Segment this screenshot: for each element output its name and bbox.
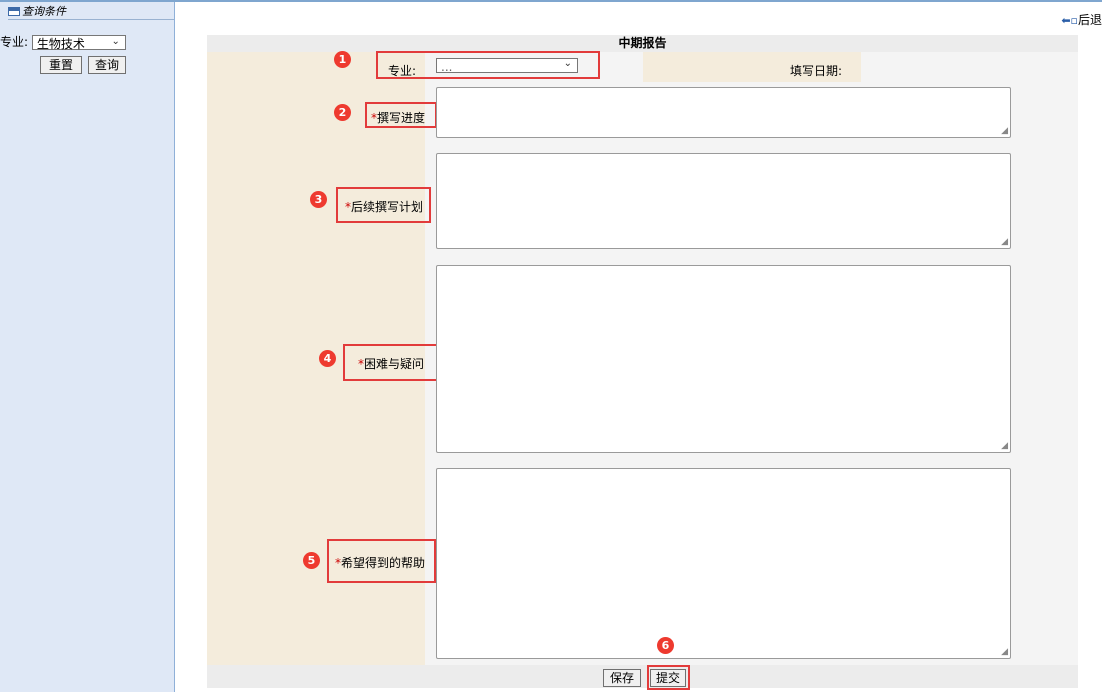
resize-grip-icon: ◢ (1001, 237, 1008, 247)
query-button[interactable]: 查询 (88, 56, 126, 74)
resize-grip-icon: ◢ (1001, 441, 1008, 451)
major-filter-select[interactable]: 生物技术 ⌄ (31, 35, 126, 51)
sidebar-header: 查询条件 (8, 5, 174, 20)
plan-textarea[interactable]: ◢ (436, 153, 1011, 249)
major-filter-value: 生物技术 (36, 37, 85, 51)
query-sidebar: 查询条件 专业: 生物技术 ⌄ 重置 查询 (0, 2, 175, 692)
resize-grip-icon: ◢ (1001, 647, 1008, 657)
progress-textarea[interactable]: ◢ (436, 87, 1011, 138)
back-label: 后退 (1077, 13, 1102, 27)
major-filter-row: 专业: 生物技术 ⌄ (0, 35, 126, 51)
annotation-badge-1: 1 (334, 51, 351, 68)
arrow-left-icon: ⬅▫ (1061, 14, 1078, 27)
save-button[interactable]: 保存 (603, 669, 641, 687)
back-link[interactable]: ⬅▫后退 (1061, 11, 1102, 28)
difficulty-textarea[interactable]: ◢ (436, 265, 1011, 453)
date-input-cell (861, 52, 1078, 82)
annotation-badge-6: 6 (657, 637, 674, 654)
annotation-badge-4: 4 (319, 350, 336, 367)
reset-button[interactable]: 重置 (40, 56, 82, 74)
annotation-badge-5: 5 (303, 552, 320, 569)
date-label: 填写日期: (790, 64, 843, 78)
annotation-box-submit (647, 665, 690, 690)
form-footer (207, 665, 1078, 688)
annotation-badge-3: 3 (310, 191, 327, 208)
plan-label: *后续撰写计划 (345, 200, 424, 214)
annotation-badge-2: 2 (334, 104, 351, 121)
resize-grip-icon: ◢ (1001, 126, 1008, 136)
major-filter-label: 专业: (0, 35, 29, 49)
annotation-box-major (376, 51, 600, 79)
midterm-report-form: 中期报告 专业: ... ⌄ 1 填写日期: 2 *撰写进度 ◢ 3 *后续撰写… (207, 35, 1078, 690)
form-title: 中期报告 (207, 35, 1078, 52)
difficulty-label: *困难与疑问 (358, 357, 425, 371)
help-textarea[interactable]: ◢ (436, 468, 1011, 659)
progress-label: *撰写进度 (371, 111, 426, 125)
help-label: *希望得到的帮助 (335, 556, 426, 570)
panel-icon (8, 7, 20, 16)
sidebar-title: 查询条件 (22, 5, 66, 18)
chevron-down-icon: ⌄ (111, 36, 120, 47)
